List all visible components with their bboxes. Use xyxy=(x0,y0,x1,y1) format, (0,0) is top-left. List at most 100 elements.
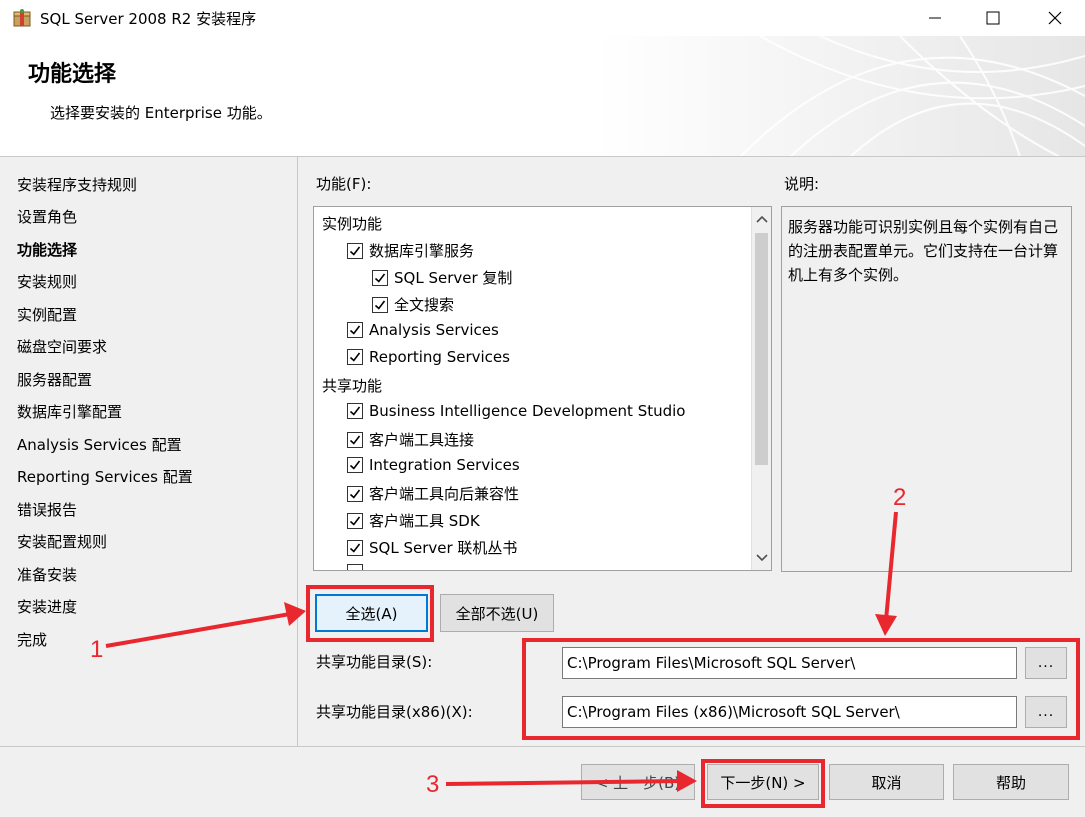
sidebar-item-error-report[interactable]: 错误报告 xyxy=(17,499,77,520)
tree-item-db-engine[interactable]: 数据库引擎服务 xyxy=(347,240,474,261)
tree-row-label: SQL Server 复制 xyxy=(394,269,513,287)
checkbox[interactable] xyxy=(347,485,363,502)
tree-row-label: 实例功能 xyxy=(322,215,383,233)
tree-item-reporting-services[interactable]: Reporting Services xyxy=(347,348,510,366)
maximize-icon xyxy=(986,11,1000,25)
sidebar-item-disk-space[interactable]: 磁盘空间要求 xyxy=(17,336,107,357)
checkbox[interactable] xyxy=(347,403,363,419)
annotation-box-select-all xyxy=(306,585,434,642)
check-icon xyxy=(349,460,361,470)
sidebar-item-instance-config[interactable]: 实例配置 xyxy=(17,304,77,325)
annotation-number-2: 2 xyxy=(893,484,907,511)
checkbox[interactable] xyxy=(372,269,388,286)
back-button[interactable]: < 上一步(B) xyxy=(581,764,695,800)
tree-item-books-online[interactable]: SQL Server 联机丛书 xyxy=(347,537,517,558)
tree-row-label: Business Intelligence Development Studio xyxy=(369,402,686,420)
page-subtitle: 选择要安装的 Enterprise 功能。 xyxy=(50,104,272,122)
window-title: SQL Server 2008 R2 安装程序 xyxy=(40,10,257,28)
annotation-number-1: 1 xyxy=(90,636,104,663)
description-box: 服务器功能可识别实例且每个实例有自己的注册表配置单元。它们支持在一台计算机上有多… xyxy=(781,206,1072,572)
sidebar-item-installation-rules[interactable]: 安装规则 xyxy=(17,271,77,292)
checkbox xyxy=(347,564,363,570)
close-button[interactable] xyxy=(1025,0,1085,36)
check-icon xyxy=(349,489,361,499)
feature-tree-scrollbar[interactable] xyxy=(751,207,771,570)
description-label: 说明: xyxy=(784,175,820,193)
chevron-up-icon xyxy=(755,215,768,223)
sidebar-item-setup-support-rules[interactable]: 安装程序支持规则 xyxy=(17,174,137,195)
arrow-2-head xyxy=(875,614,897,636)
close-icon xyxy=(1048,11,1062,25)
sidebar-item-config-rules[interactable]: 安装配置规则 xyxy=(17,531,107,552)
page-title: 功能选择 xyxy=(28,62,117,87)
tree-item-full-text-search[interactable]: 全文搜索 xyxy=(372,294,454,315)
tree-row-label: Analysis Services xyxy=(369,321,499,339)
tree-group-instance-features: 实例功能 xyxy=(322,213,382,234)
sidebar-item-setup-role[interactable]: 设置角色 xyxy=(17,206,77,227)
description-text: 服务器功能可识别实例且每个实例有自己的注册表配置单元。它们支持在一台计算机上有多… xyxy=(788,218,1059,284)
app-icon xyxy=(13,9,31,27)
unselect-all-button[interactable]: 全部不选(U) xyxy=(440,594,554,632)
tree-item-backward-compat[interactable]: 客户端工具向后兼容性 xyxy=(347,483,519,504)
page-header: 功能选择 选择要安装的 Enterprise 功能。 xyxy=(0,36,1085,157)
checkbox[interactable] xyxy=(347,431,363,448)
check-icon xyxy=(349,406,361,416)
tree-item-client-connectivity[interactable]: 客户端工具连接 xyxy=(347,429,474,450)
checkbox[interactable] xyxy=(347,457,363,473)
checkbox[interactable] xyxy=(347,322,363,338)
check-icon xyxy=(374,300,386,310)
shared-dir-x86-label: 共享功能目录(x86)(X): xyxy=(316,703,473,721)
check-icon xyxy=(349,435,361,445)
cancel-button[interactable]: 取消 xyxy=(829,764,944,800)
tree-row-label: SQL Server 联机丛书 xyxy=(369,539,518,557)
scroll-down-button[interactable] xyxy=(752,546,771,570)
check-icon xyxy=(349,246,361,256)
title-bar: SQL Server 2008 R2 安装程序 xyxy=(0,0,1085,36)
chevron-down-icon xyxy=(755,554,768,562)
checkbox[interactable] xyxy=(347,539,363,556)
scroll-thumb[interactable] xyxy=(755,233,768,465)
check-icon xyxy=(349,325,361,335)
sidebar-item-server-config[interactable]: 服务器配置 xyxy=(17,369,92,390)
check-icon xyxy=(349,352,361,362)
tree-row-label: 数据库引擎服务 xyxy=(369,242,475,260)
checkbox[interactable] xyxy=(372,296,388,313)
tree-item-partial xyxy=(347,564,369,570)
check-icon xyxy=(374,273,386,283)
sidebar-item-feature-selection[interactable]: 功能选择 xyxy=(17,239,77,260)
shared-dir-label: 共享功能目录(S): xyxy=(316,653,433,671)
sidebar-item-reporting-config[interactable]: Reporting Services 配置 xyxy=(17,466,193,487)
checkbox[interactable] xyxy=(347,512,363,529)
sidebar-item-db-engine-config[interactable]: 数据库引擎配置 xyxy=(17,401,122,422)
feature-tree[interactable]: 实例功能 数据库引擎服务 SQL Server 复制 全文搜索 Analysis… xyxy=(313,206,772,571)
header-decoration xyxy=(739,36,1085,156)
annotation-box-directories xyxy=(522,638,1080,740)
checkbox[interactable] xyxy=(347,242,363,259)
footer-divider xyxy=(0,746,1085,747)
tree-group-shared-features: 共享功能 xyxy=(322,375,382,396)
sidebar-item-install-progress[interactable]: 安装进度 xyxy=(17,596,77,617)
minimize-button[interactable] xyxy=(905,0,965,36)
annotation-box-next xyxy=(701,759,825,808)
tree-row-label: 共享功能 xyxy=(322,377,383,395)
help-button[interactable]: 帮助 xyxy=(953,764,1069,800)
tree-row-label: 全文搜索 xyxy=(394,296,455,314)
checkbox[interactable] xyxy=(347,349,363,365)
tree-item-replication[interactable]: SQL Server 复制 xyxy=(372,267,512,288)
tree-item-bids[interactable]: Business Intelligence Development Studio xyxy=(347,402,685,420)
minimize-icon xyxy=(929,17,941,19)
sidebar-item-complete[interactable]: 完成 xyxy=(17,629,47,650)
maximize-button[interactable] xyxy=(963,0,1023,36)
tree-item-analysis-services[interactable]: Analysis Services xyxy=(347,321,499,339)
tree-item-client-sdk[interactable]: 客户端工具 SDK xyxy=(347,510,480,531)
sidebar-item-analysis-config[interactable]: Analysis Services 配置 xyxy=(17,434,182,455)
tree-row-label: 客户端工具连接 xyxy=(369,431,475,449)
tree-item-integration-services[interactable]: Integration Services xyxy=(347,456,520,474)
sidebar-item-ready-to-install[interactable]: 准备安装 xyxy=(17,564,77,585)
sidebar: 安装程序支持规则 设置角色 功能选择 安装规则 实例配置 磁盘空间要求 服务器配… xyxy=(0,157,298,746)
tree-row-label: Integration Services xyxy=(369,456,520,474)
tree-row-label: Reporting Services xyxy=(369,348,510,366)
scroll-up-button[interactable] xyxy=(752,207,771,231)
tree-row-label: 客户端工具向后兼容性 xyxy=(369,485,520,503)
check-icon xyxy=(349,516,361,526)
